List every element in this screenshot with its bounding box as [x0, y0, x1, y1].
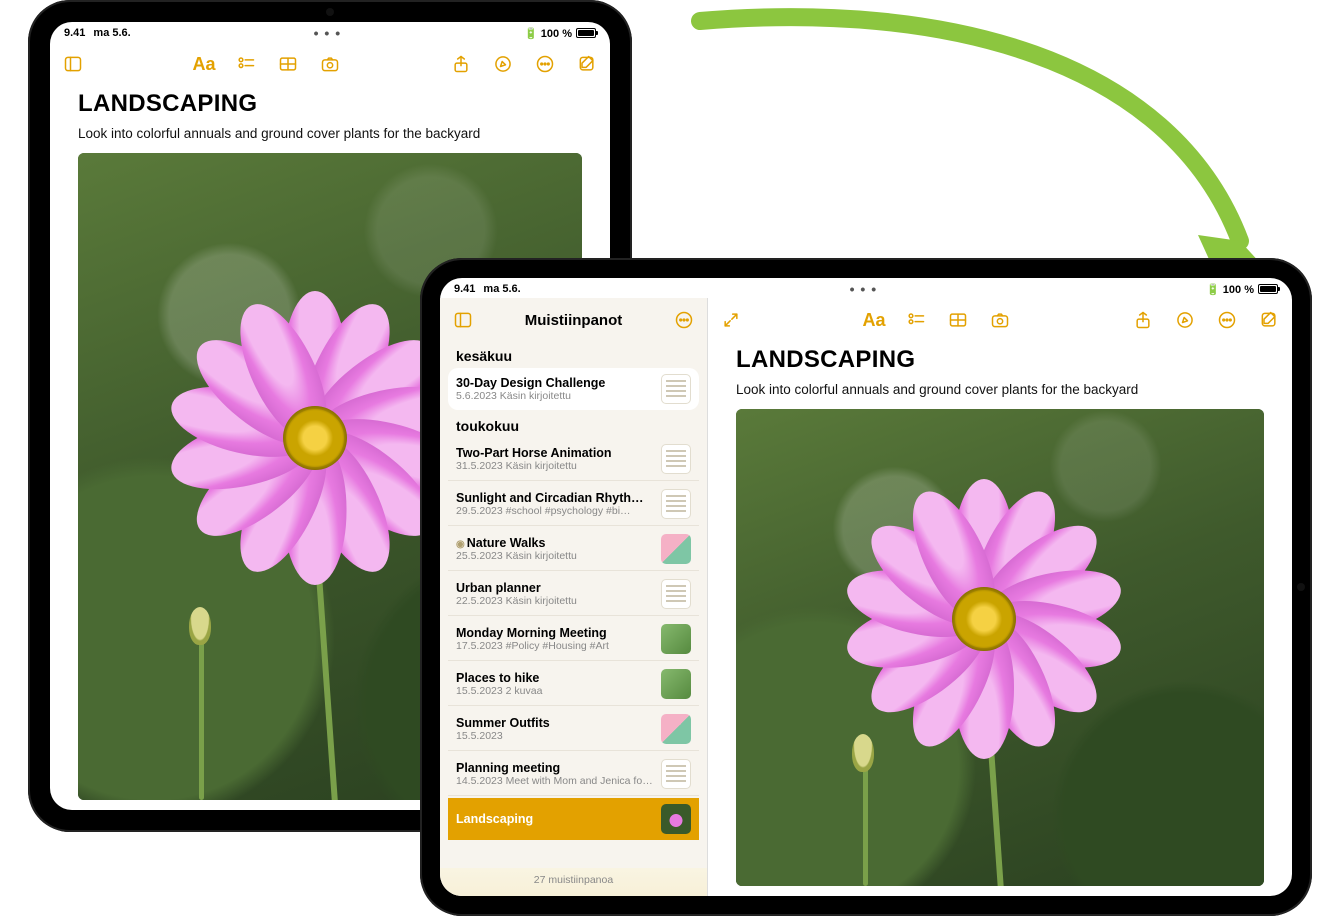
- sidebar-more-icon[interactable]: [673, 309, 695, 331]
- list-section-header: toukokuu: [448, 412, 699, 438]
- camera-icon: [1297, 583, 1305, 591]
- note-thumbnail: [661, 759, 691, 789]
- note-thumbnail: [661, 669, 691, 699]
- markup-icon[interactable]: [492, 53, 514, 75]
- note-toolbar: Aa: [708, 298, 1292, 342]
- note-thumbnail: [661, 534, 691, 564]
- pin-icon: ◉: [456, 539, 465, 550]
- list-item[interactable]: ◉Nature Walks25.5.2023 Käsin kirjoitettu: [448, 528, 699, 571]
- more-icon[interactable]: [1216, 309, 1238, 331]
- list-item[interactable]: Two-Part Horse Animation31.5.2023 Käsin …: [448, 438, 699, 481]
- battery-label: 🔋 100 %: [524, 27, 572, 40]
- note-photo[interactable]: [736, 409, 1264, 886]
- note-thumbnail: [661, 489, 691, 519]
- multitask-icon[interactable]: • • •: [314, 25, 341, 41]
- note-detail-pane: Aa: [708, 298, 1292, 896]
- note-thumbnail: [661, 714, 691, 744]
- notes-list[interactable]: kesäkuu30-Day Design Challenge5.6.2023 K…: [440, 342, 707, 868]
- share-icon[interactable]: [1132, 309, 1154, 331]
- list-item[interactable]: Monday Morning Meeting17.5.2023 #Policy …: [448, 618, 699, 661]
- status-time: 9.41: [64, 27, 85, 39]
- format-icon[interactable]: Aa: [863, 309, 885, 331]
- checklist-icon[interactable]: [235, 53, 257, 75]
- expand-icon[interactable]: [720, 309, 742, 331]
- screen-landscape: 9.41 ma 5.6. • • • 🔋 100 % Muistiinpanot: [440, 278, 1292, 896]
- note-thumbnail: [661, 804, 691, 834]
- note-title[interactable]: Landscaping: [736, 346, 1264, 374]
- list-item[interactable]: Landscaping: [448, 798, 699, 840]
- list-item[interactable]: 30-Day Design Challenge5.6.2023 Käsin ki…: [448, 368, 699, 410]
- battery-label: 🔋 100 %: [1206, 283, 1254, 296]
- camera-icon: [326, 8, 334, 16]
- sidebar-toggle-icon[interactable]: [452, 309, 474, 331]
- note-title[interactable]: Landscaping: [78, 90, 582, 118]
- notes-count: 27 muistiinpanoa: [440, 868, 707, 896]
- checklist-icon[interactable]: [905, 309, 927, 331]
- note-content[interactable]: Landscaping Look into colorful annuals a…: [708, 342, 1292, 896]
- list-item[interactable]: Planning meeting14.5.2023 Meet with Mom …: [448, 753, 699, 796]
- status-date: ma 5.6.: [93, 27, 130, 39]
- list-section-header: kesäkuu: [448, 342, 699, 368]
- notes-sidebar: Muistiinpanot kesäkuu30-Day Design Chall…: [440, 298, 708, 896]
- battery-icon: [576, 28, 596, 38]
- status-bar: 9.41 ma 5.6. • • • 🔋 100 %: [50, 22, 610, 42]
- note-body[interactable]: Look into colorful annuals and ground co…: [78, 126, 582, 141]
- note-thumbnail: [661, 444, 691, 474]
- status-date: ma 5.6.: [483, 283, 520, 295]
- compose-icon[interactable]: [576, 53, 598, 75]
- markup-icon[interactable]: [1174, 309, 1196, 331]
- compose-icon[interactable]: [1258, 309, 1280, 331]
- battery-icon: [1258, 284, 1278, 294]
- status-time: 9.41: [454, 283, 475, 295]
- note-thumbnail: [661, 624, 691, 654]
- format-icon[interactable]: Aa: [193, 53, 215, 75]
- list-item[interactable]: Urban planner22.5.2023 Käsin kirjoitettu: [448, 573, 699, 616]
- note-body[interactable]: Look into colorful annuals and ground co…: [736, 382, 1264, 397]
- note-toolbar: Aa: [50, 42, 610, 86]
- camera-action-icon[interactable]: [319, 53, 341, 75]
- more-icon[interactable]: [534, 53, 556, 75]
- share-icon[interactable]: [450, 53, 472, 75]
- note-thumbnail: [661, 374, 691, 404]
- status-bar: 9.41 ma 5.6. • • • 🔋 100 %: [440, 278, 1292, 298]
- table-icon[interactable]: [277, 53, 299, 75]
- list-item[interactable]: Summer Outfits15.5.2023: [448, 708, 699, 751]
- camera-action-icon[interactable]: [989, 309, 1011, 331]
- ipad-landscape: 9.41 ma 5.6. • • • 🔋 100 % Muistiinpanot: [420, 258, 1312, 916]
- note-thumbnail: [661, 579, 691, 609]
- multitask-icon[interactable]: • • •: [850, 281, 877, 297]
- table-icon[interactable]: [947, 309, 969, 331]
- sidebar-toggle-icon[interactable]: [62, 53, 84, 75]
- list-item[interactable]: Places to hike15.5.2023 2 kuvaa: [448, 663, 699, 706]
- list-item[interactable]: Sunlight and Circadian Rhyth…29.5.2023 #…: [448, 483, 699, 526]
- sidebar-title: Muistiinpanot: [525, 312, 623, 329]
